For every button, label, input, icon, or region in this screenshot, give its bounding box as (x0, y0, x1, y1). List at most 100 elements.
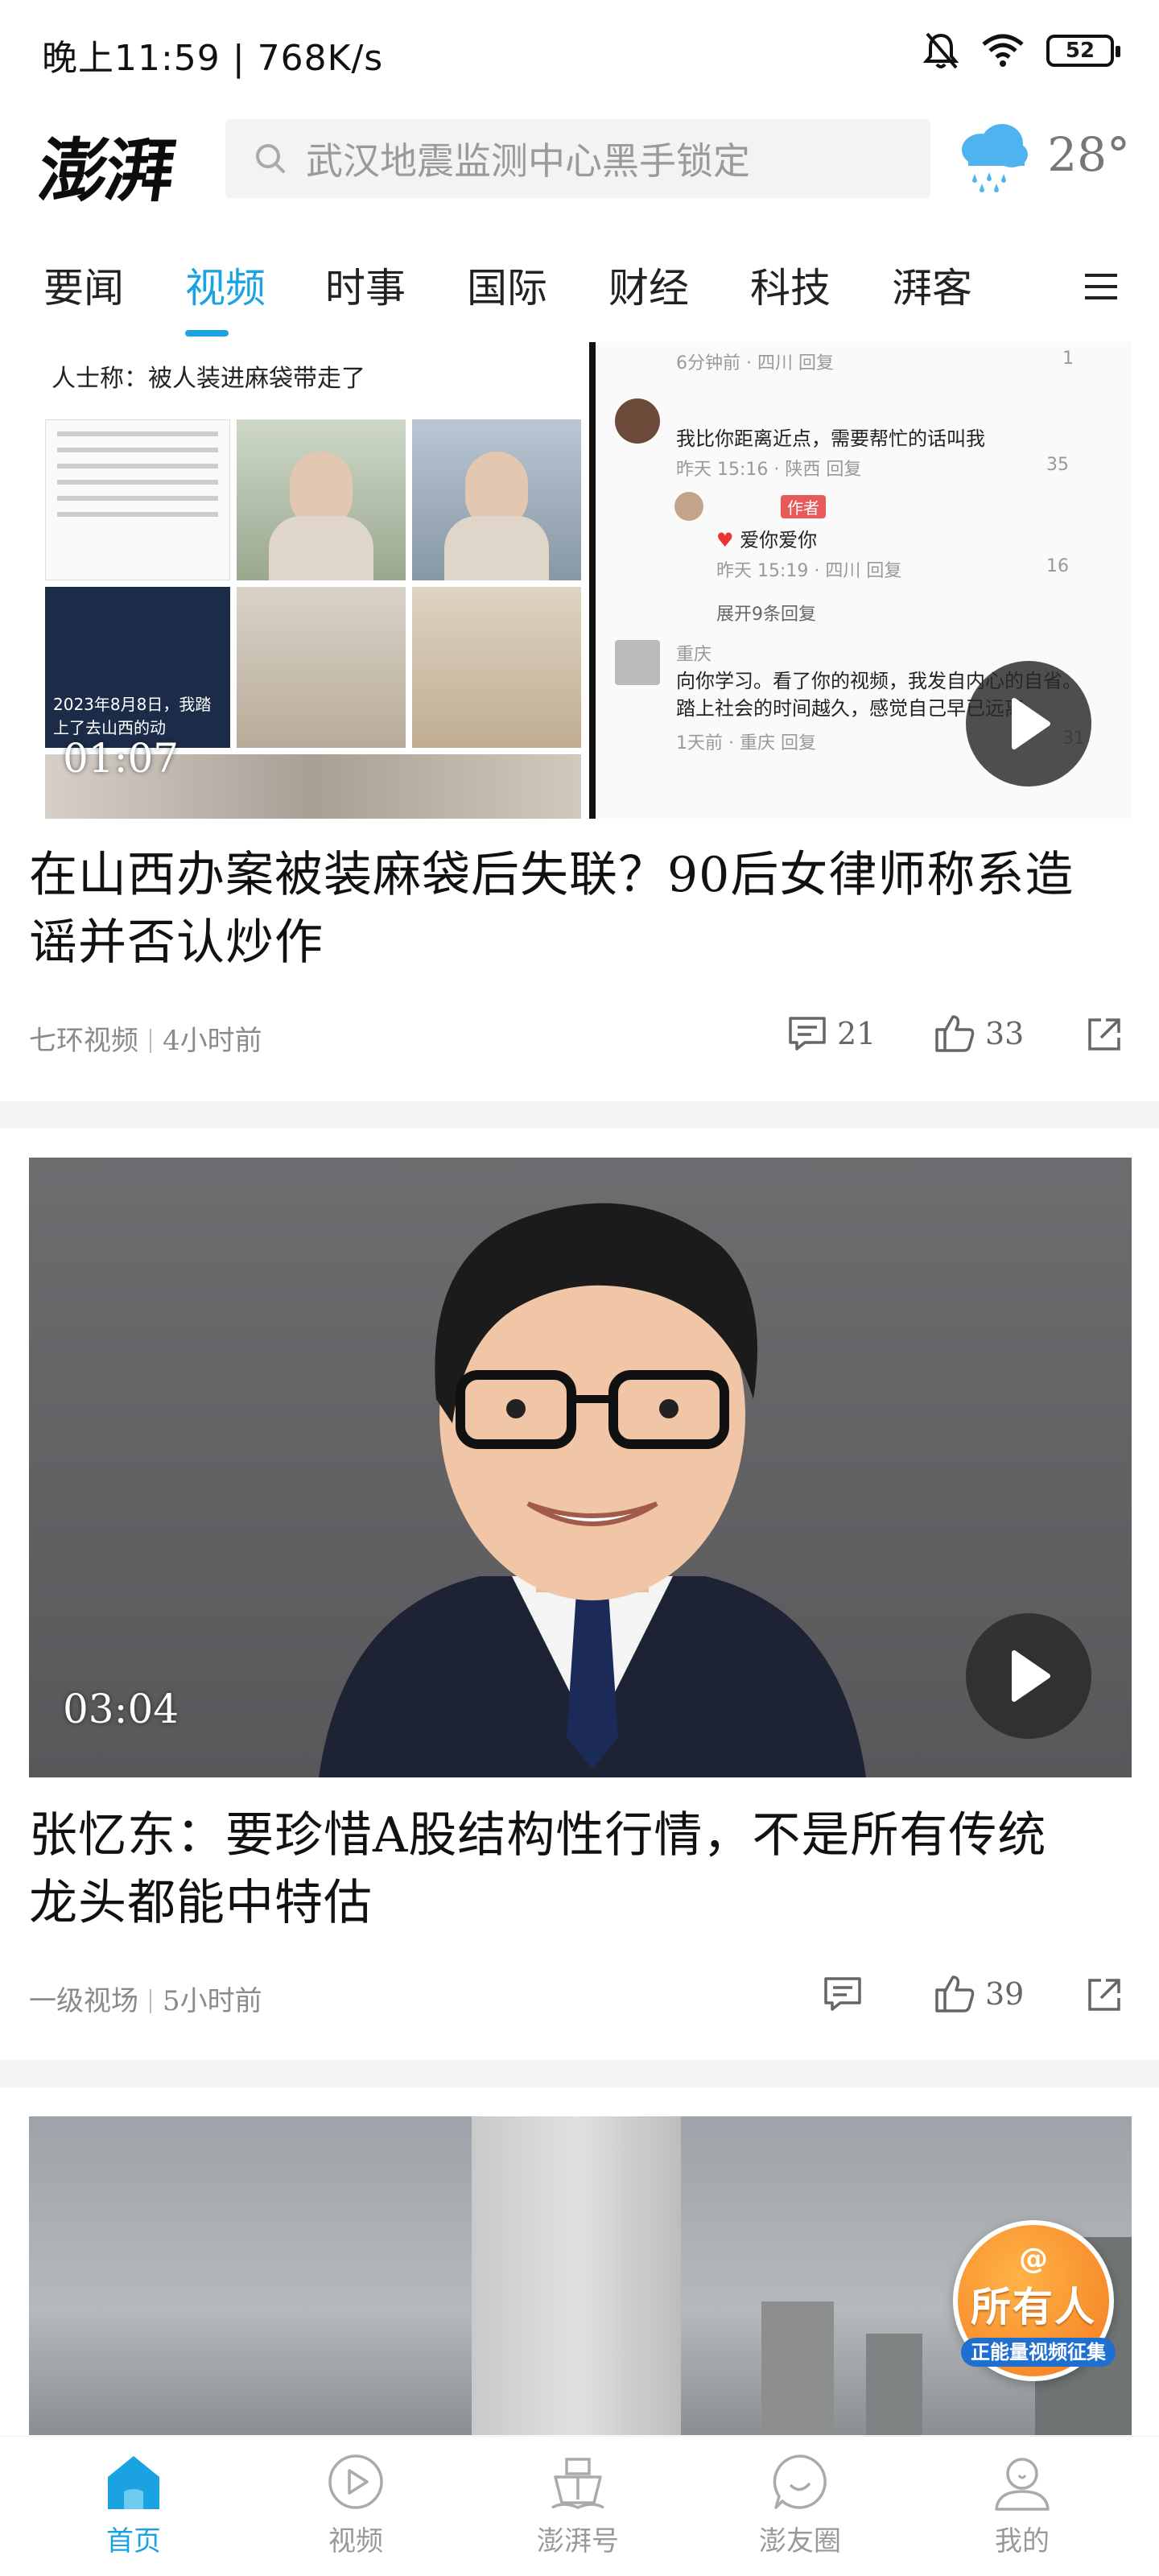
tab-technology[interactable]: 科技 (750, 256, 831, 314)
play-circle-icon (328, 2454, 383, 2509)
thumbnail-expand-replies: 展开9条回复 (716, 605, 816, 625)
nav-mine-label: 我的 (995, 2525, 1050, 2557)
nav-video-label: 视频 (328, 2525, 383, 2557)
meta-separator (150, 1029, 151, 1053)
search-icon (256, 144, 285, 173)
status-time-speed: 晚上11:59 | 768K/s (42, 29, 383, 80)
thumbs-up-icon (935, 1975, 975, 2013)
play-icon (1012, 698, 1050, 749)
thumbnail-caption: 2023年8月8日，我踏上了去山西的动 (53, 695, 212, 737)
wifi-icon (982, 34, 1024, 67)
feed-card[interactable]: 03:04 张忆东：要珍惜A股结构性行情，不是所有传统 龙头都能中特估 一级视场… (0, 1129, 1159, 2070)
card-title-line: 谣并否认炒作 (29, 914, 324, 971)
active-tab-indicator (185, 330, 229, 336)
card-source[interactable]: 七环视频 (29, 1025, 138, 1057)
search-bar[interactable]: 武汉地震监测中心黑手锁定 (225, 119, 930, 198)
thumbnail-headline: 人士称：被人装进麻袋带走了 (52, 365, 365, 393)
card-title[interactable]: 张忆东：要珍惜A股结构性行情，不是所有传统 龙头都能中特估 (29, 1802, 1132, 1937)
thumbnail-photo (237, 419, 406, 580)
play-button[interactable] (966, 1613, 1091, 1739)
card-title-line: 在山西办案被装麻袋后失联？90后女律师称系造 (29, 847, 1074, 903)
thumbnail-photo (412, 419, 581, 580)
share-button[interactable] (1085, 1975, 1124, 2014)
commenter-avatar (615, 640, 660, 685)
thumbnail-photo (412, 587, 581, 748)
share-icon (1088, 1018, 1120, 1051)
card-divider (0, 2060, 1159, 2087)
campaign-badge[interactable]: @ 所有人 正能量视频征集 (953, 2220, 1116, 2381)
like-count: 39 (985, 1976, 1025, 2012)
like-button[interactable]: 39 (934, 1974, 1024, 2014)
status-bar: 晚上11:59 | 768K/s 52 (0, 0, 1159, 103)
card-time: 4小时前 (163, 1025, 262, 1057)
thumbnail-building (866, 2334, 922, 2435)
like-button[interactable]: 33 (934, 1013, 1024, 1054)
thumbnail-commenter-name: 重庆 (676, 645, 712, 665)
card-title-line: 张忆东：要珍惜A股结构性行情，不是所有传统 (29, 1807, 1047, 1864)
video-thumbnail[interactable]: 人士称：被人装进麻袋带走了 2023年8月8日，我踏上了去山西的动 6分钟前 ·… (29, 342, 1132, 819)
thumbnail-building (472, 2116, 681, 2435)
thumbnail-like-count: 35 (1046, 455, 1069, 475)
share-button[interactable] (1085, 1015, 1124, 1054)
status-speed: 768K/s (257, 38, 384, 79)
tab-international[interactable]: 国际 (467, 256, 547, 314)
video-feed: 人士称：被人装进麻袋带走了 2023年8月8日，我踏上了去山西的动 6分钟前 ·… (0, 342, 1159, 2435)
status-separator: | (232, 38, 258, 79)
thumbnail-comment-meta: 昨天 15:19 · 四川 回复 (716, 561, 902, 581)
card-meta: 七环视频 4小时前 (29, 1018, 262, 1058)
nav-video[interactable]: 视频 (275, 2451, 436, 2558)
comment-icon (789, 1017, 826, 1051)
commenter-avatar (615, 398, 660, 444)
badge-subtitle: 正能量视频征集 (961, 2338, 1116, 2367)
menu-icon[interactable] (1082, 267, 1120, 306)
like-count: 33 (985, 1016, 1025, 1051)
app-logo[interactable]: 澎湃 (33, 114, 179, 215)
card-source[interactable]: 一级视场 (29, 1985, 138, 2017)
card-time: 5小时前 (163, 1985, 262, 2017)
tab-yaowen[interactable]: 要闻 (43, 256, 124, 314)
card-title[interactable]: 在山西办案被装麻袋后失联？90后女律师称系造 谣并否认炒作 (29, 841, 1132, 976)
comment-button[interactable]: 21 (787, 1015, 876, 1052)
comment-button[interactable] (823, 1975, 872, 2013)
nav-pengyou-quan[interactable]: 澎友圈 (720, 2451, 881, 2558)
thumbnail-comment-meta: 昨天 15:16 · 陕西 回复 (676, 460, 862, 480)
thumbnail-photo (237, 587, 406, 748)
tab-video[interactable]: 视频 (185, 256, 266, 314)
thumbnail-info-sheet (45, 419, 230, 580)
video-thumbnail[interactable]: 03:04 (29, 1158, 1132, 1777)
card-meta: 一级视场 5小时前 (29, 1979, 262, 2018)
thumbnail-reply-text: ♥ 爱你爱你 (716, 524, 817, 552)
feed-card[interactable]: 人士称：被人装进麻袋带走了 2023年8月8日，我踏上了去山西的动 6分钟前 ·… (0, 342, 1159, 1099)
tab-pengke[interactable]: 湃客 (892, 256, 972, 314)
card-title-line: 龙头都能中特估 (29, 1875, 373, 1931)
app-screen: 晚上11:59 | 768K/s 52 澎湃 武汉地震监测中心黑手锁定 28° … (0, 0, 1159, 2576)
thumbnail-split-line (589, 342, 596, 819)
author-badge: 作者 (781, 495, 826, 518)
search-placeholder: 武汉地震监测中心黑手锁定 (306, 139, 750, 183)
play-button[interactable] (966, 661, 1091, 786)
thumbnail-portrait (319, 1203, 866, 1777)
weather-widget[interactable]: 28° (952, 114, 1130, 195)
thumbnail-like-count: 16 (1046, 556, 1069, 576)
share-icon (1088, 1979, 1120, 2011)
tab-finance[interactable]: 财经 (608, 256, 689, 314)
nav-mine[interactable]: 我的 (942, 2451, 1103, 2558)
nav-pengpai-hao-label: 澎湃号 (537, 2525, 619, 2557)
status-time: 晚上11:59 (42, 38, 221, 79)
chat-bubble-icon (773, 2454, 827, 2509)
play-icon (1012, 1650, 1050, 1702)
video-duration: 01:07 (63, 735, 179, 782)
badge-title: 所有人 (971, 2284, 1096, 2330)
battery-indicator: 52 (1046, 35, 1120, 67)
thumbnail-comment-meta: 6分钟前 · 四川 回复 (676, 353, 834, 374)
nav-pengpai-hao[interactable]: 澎湃号 (497, 2451, 658, 2558)
nav-home-label: 首页 (106, 2525, 161, 2557)
thumbnail-comment-text: 我比你距离近点，需要帮忙的话叫我 (676, 427, 985, 450)
comment-count: 21 (837, 1016, 876, 1051)
nav-home[interactable]: 首页 (53, 2451, 214, 2558)
tab-current-affairs[interactable]: 时事 (325, 256, 406, 314)
thumbnail-reply-label: 爱你爱你 (740, 529, 818, 551)
heart-icon: ♥ (716, 529, 734, 551)
nav-pengyou-quan-label: 澎友圈 (759, 2525, 841, 2557)
weather-temperature: 28° (1047, 127, 1130, 182)
